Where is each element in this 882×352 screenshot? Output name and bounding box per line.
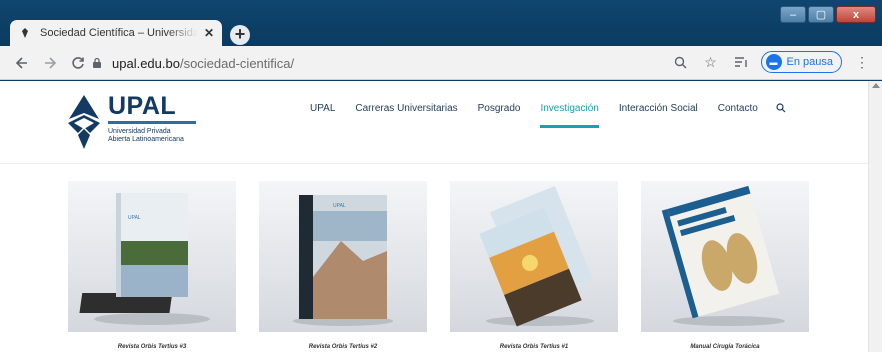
new-tab-button[interactable]: + [230,25,250,45]
reading-list-icon[interactable] [731,51,751,73]
site-favicon-icon [18,26,32,40]
upal-emblem-icon [68,95,100,149]
close-window-button[interactable]: x [836,6,876,23]
minimize-button[interactable]: – [780,6,806,23]
nav-interaccion-social[interactable]: Interacción Social [619,103,698,116]
publication-card[interactable]: UPAL Revista Orbis Tertius #2 [259,181,427,350]
window-controls: – ▢ x [780,6,876,23]
browser-tab[interactable]: Sociedad Científica – Universidad ✕ [10,20,222,46]
maximize-button[interactable]: ▢ [808,6,834,23]
lock-icon [92,57,102,69]
profile-paused-button[interactable]: ▬ En pausa [760,51,842,73]
tab-title: Sociedad Científica – Universidad [40,27,198,39]
back-arrow-icon [15,56,27,69]
nav-upal[interactable]: UPAL [310,103,335,116]
back-button[interactable] [10,51,34,75]
book-cover-image[interactable] [450,181,618,332]
profile-avatar: ▬ [765,54,782,70]
publications-grid: UPAL Revista Orbis Tertius #3 UPAL Revis… [68,181,809,350]
nav-posgrado[interactable]: Posgrado [478,103,521,116]
nav-carreras[interactable]: Carreras Universitarias [355,103,457,116]
brand-name: UPAL [108,92,177,120]
page-viewport: UPAL Universidad Privada Abierta Latinoa… [0,81,882,352]
page-scrollbar[interactable] [868,81,882,352]
address-bar[interactable]: upal.edu.bo/sociedad-cientifica/ [92,51,702,75]
upal-logo[interactable]: UPAL Universidad Privada Abierta Latinoa… [66,93,196,151]
book-cover-image[interactable] [641,181,809,332]
site-search-icon[interactable] [776,103,786,116]
reload-button[interactable] [66,51,90,75]
url-path: /sociedad-cientifica/ [179,55,295,71]
publication-title[interactable]: Revista Orbis Tertius #3 [68,344,236,350]
url-host: upal.edu.bo [112,55,180,71]
nav-investigacion[interactable]: Investigación [540,103,600,128]
zoom-icon[interactable] [671,51,691,73]
publication-title[interactable]: Revista Orbis Tertius #2 [259,344,427,350]
forward-arrow-icon [45,56,57,69]
scroll-up-icon[interactable] [872,83,880,88]
book-cover-image[interactable]: UPAL [259,181,427,332]
forward-button[interactable] [38,51,62,75]
nav-contacto[interactable]: Contacto [718,103,758,116]
publication-card[interactable]: UPAL Revista Orbis Tertius #3 [68,181,236,350]
svg-text:UPAL: UPAL [128,215,141,221]
profile-status-label: En pausa [786,56,833,68]
main-navigation: UPAL Carreras Universitarias Posgrado In… [310,103,786,128]
publication-card[interactable]: Revista Orbis Tertius #1 [450,181,618,350]
brand-divider [108,121,196,124]
publication-title[interactable]: Manual Cirugía Torácica [641,344,809,350]
publication-title[interactable]: Revista Orbis Tertius #1 [450,344,618,350]
brand-subtitle-2: Abierta Latinoamericana [108,136,184,143]
bookmark-star-icon[interactable]: ☆ [701,51,721,73]
browser-toolbar: upal.edu.bo/sociedad-cientifica/ ☆ ▬ En … [0,46,882,80]
toolbar-actions: ☆ ▬ En pausa ⋮ [671,51,872,73]
svg-text:UPAL: UPAL [333,203,346,209]
browser-titlebar: Sociedad Científica – Universidad ✕ + – … [0,0,882,46]
reload-icon [72,56,84,69]
browser-menu-icon[interactable]: ⋮ [852,51,872,73]
book-cover-image[interactable]: UPAL [68,181,236,332]
publication-card[interactable]: Manual Cirugía Torácica [641,181,809,350]
tab-close-icon[interactable]: ✕ [204,26,214,40]
brand-subtitle-1: Universidad Privada [108,128,171,135]
site-header: UPAL Universidad Privada Abierta Latinoa… [0,81,868,164]
